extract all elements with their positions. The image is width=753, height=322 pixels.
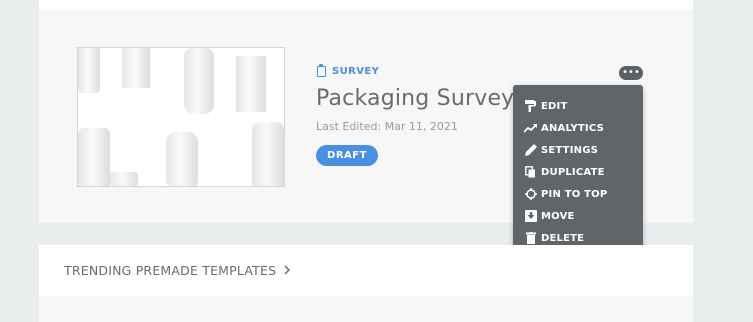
menu-item-duplicate[interactable]: DUPLICATE — [513, 161, 643, 183]
paint-roller-icon — [524, 100, 537, 112]
ellipsis-icon: ••• — [622, 67, 640, 78]
trend-icon — [524, 122, 537, 134]
move-box-icon — [524, 210, 537, 222]
menu-item-label: ANALYTICS — [541, 122, 604, 134]
menu-item-move[interactable]: MOVE — [513, 205, 643, 227]
carton-shape — [236, 56, 266, 112]
survey-type-label: SURVEY — [332, 66, 380, 77]
survey-title[interactable]: Packaging Survey — [316, 86, 514, 111]
trending-templates-label: TRENDING PREMADE TEMPLATES — [64, 263, 277, 278]
menu-item-label: SETTINGS — [541, 144, 599, 156]
trending-templates-section: TRENDING PREMADE TEMPLATES — [39, 245, 693, 296]
top-card-edge — [39, 0, 693, 10]
menu-item-label: DELETE — [541, 232, 585, 244]
clipboard-icon — [317, 64, 326, 77]
chevron-right-icon — [284, 263, 291, 278]
milk-bottle-shape — [166, 132, 198, 186]
jar-shape — [110, 172, 138, 186]
copy-icon — [524, 166, 537, 178]
last-edited: Last Edited: Mar 11, 2021 — [316, 120, 458, 133]
pencil-icon — [524, 144, 537, 156]
bottle-shape — [184, 48, 214, 114]
menu-item-pin-to-top[interactable]: PIN TO TOP — [513, 183, 643, 205]
next-section-edge — [39, 296, 693, 322]
menu-item-settings[interactable]: SETTINGS — [513, 139, 643, 161]
more-options-button[interactable]: ••• — [619, 66, 643, 80]
menu-item-label: EDIT — [541, 100, 568, 112]
survey-thumbnail[interactable] — [77, 47, 285, 187]
crosshair-icon — [524, 188, 537, 200]
survey-type: SURVEY — [317, 64, 380, 77]
trending-templates-link[interactable]: TRENDING PREMADE TEMPLATES — [64, 263, 291, 278]
menu-item-label: DUPLICATE — [541, 166, 605, 178]
jug-shape — [78, 128, 110, 186]
bottle-shape — [78, 48, 100, 93]
survey-actions-menu: EDIT ANALYTICS SETTINGS DUPLICATE PIN TO… — [513, 85, 643, 261]
carton-shape — [122, 48, 150, 88]
menu-item-edit[interactable]: EDIT — [513, 95, 643, 117]
menu-item-label: PIN TO TOP — [541, 188, 608, 200]
menu-item-label: MOVE — [541, 210, 575, 222]
jug-shape — [252, 122, 284, 186]
status-badge: DRAFT — [316, 145, 378, 166]
menu-item-analytics[interactable]: ANALYTICS — [513, 117, 643, 139]
trash-icon — [524, 232, 537, 244]
